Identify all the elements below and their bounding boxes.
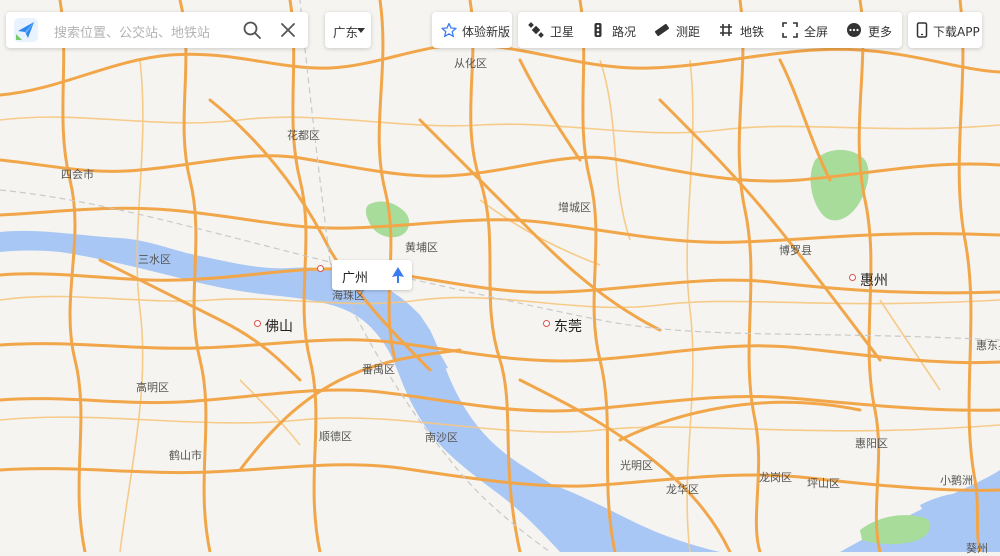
city-dot-foshan [254, 320, 261, 327]
label-longhua: 龙华区 [666, 483, 699, 496]
star-icon [441, 22, 457, 38]
label-huangpu: 黄埔区 [405, 241, 438, 254]
label-zengcheng: 增城区 [558, 201, 591, 214]
label-heshan: 鹤山市 [169, 449, 202, 462]
label-shunde: 顺德区 [319, 430, 352, 443]
label-longgang: 龙岗区 [759, 471, 792, 484]
fullscreen-label: 全屏 [804, 25, 829, 39]
satellite-icon [528, 22, 544, 38]
city-dot-dongguan [543, 320, 550, 327]
traffic-label: 路况 [612, 25, 637, 39]
city-card-guangzhou[interactable]: 广州 [332, 260, 412, 290]
city-dot-huizhou [849, 274, 856, 281]
label-sihui: 四会市 [61, 168, 94, 181]
more-button[interactable]: 更多 [844, 12, 896, 48]
label-nansha: 南沙区 [425, 431, 458, 444]
measure-label: 测距 [676, 25, 701, 39]
label-pingshan: 坪山区 [807, 477, 840, 490]
city-selector[interactable]: 广东 [325, 12, 371, 48]
traffic-button[interactable]: 路况 [588, 12, 638, 48]
search-box[interactable]: 搜索位置、公交站、地铁站 [6, 12, 308, 48]
measure-button[interactable]: 测距 [652, 12, 704, 48]
label-huizhou: 惠州 [860, 273, 888, 289]
more-label: 更多 [868, 25, 893, 39]
more-icon [847, 23, 861, 37]
subway-label: 地铁 [740, 25, 765, 39]
subway-button[interactable]: 地铁 [716, 12, 766, 48]
label-huadu: 花都区 [287, 129, 320, 142]
label-xiaomeisha: 小鹅洲 [940, 474, 973, 487]
new-version-button[interactable]: 体验新版 [432, 12, 512, 48]
satellite-label: 卫星 [550, 25, 575, 39]
label-guangming: 光明区 [620, 459, 653, 472]
label-huidong: 惠东县 [976, 339, 1000, 352]
label-huiyang: 惠阳区 [855, 437, 888, 450]
phone-icon [916, 22, 928, 38]
label-gaoming: 高明区 [136, 381, 169, 394]
fullscreen-icon [782, 22, 798, 38]
search-input[interactable]: 搜索位置、公交站、地铁站 [54, 22, 210, 41]
label-sanshui: 三水区 [138, 253, 171, 266]
close-icon[interactable] [278, 20, 298, 40]
navigate-arrow-icon[interactable] [388, 265, 408, 285]
download-app-button[interactable]: 下载APP [908, 12, 982, 48]
label-foshan: 佛山 [265, 319, 293, 335]
traffic-light-icon [594, 23, 602, 37]
ruler-icon [654, 23, 670, 37]
map-toolbar: 卫星 路况 测距 地铁 全屏 更多 [518, 12, 902, 48]
label-conghua: 从化区 [454, 57, 487, 70]
download-label: 下载APP [933, 25, 980, 39]
label-kuizhou: 葵州 [966, 542, 988, 555]
app-logo-icon [14, 18, 38, 42]
new-version-label: 体验新版 [462, 25, 511, 39]
label-dongguan: 东莞 [554, 319, 582, 335]
city-card-name: 广州 [342, 271, 369, 286]
label-boluo: 博罗县 [779, 244, 812, 257]
satellite-button[interactable]: 卫星 [526, 12, 576, 48]
fullscreen-button[interactable]: 全屏 [780, 12, 830, 48]
search-icon[interactable] [242, 20, 262, 40]
city-dot-guangzhou [317, 265, 324, 272]
label-panyu: 番禺区 [362, 363, 395, 376]
chevron-down-icon [357, 28, 365, 33]
subway-icon [720, 24, 732, 36]
city-selector-label: 广东 [333, 25, 359, 40]
